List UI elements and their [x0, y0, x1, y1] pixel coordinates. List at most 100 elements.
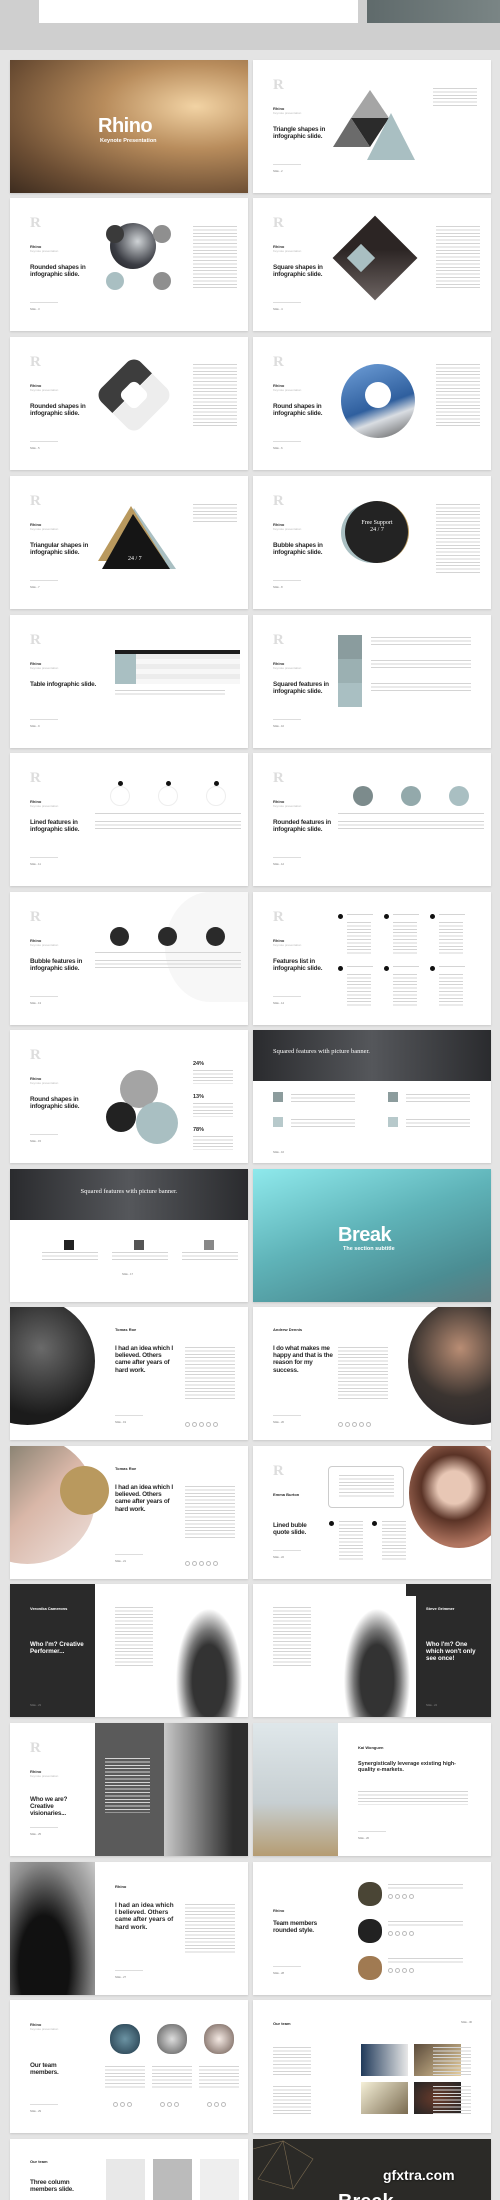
placeholder-text — [371, 637, 471, 647]
placeholder-text — [191, 821, 241, 831]
slide-number: Slide - 29 — [30, 2110, 41, 2113]
social-icon[interactable] — [402, 1894, 407, 1899]
placeholder-text — [105, 1758, 150, 1813]
placeholder-text — [291, 1094, 355, 1102]
social-icon[interactable] — [213, 1561, 218, 1566]
social-icon[interactable] — [345, 1422, 350, 1427]
social-icon[interactable] — [338, 1422, 343, 1427]
slide-thumbnail[interactable]: R Rhino Keynote presentation Square shapes … — [253, 198, 491, 331]
slide-thumbnail[interactable]: R Rhino Keynote presentation Triangle shape… — [253, 60, 491, 193]
slide-thumbnail[interactable]: R Rhino Keynote presentation Round shapes i… — [10, 1030, 248, 1163]
social-icon[interactable] — [221, 2102, 226, 2107]
brand-tagline: Keynote presentation — [30, 388, 59, 392]
placeholder-text — [406, 1094, 470, 1102]
placeholder-text — [191, 960, 241, 970]
feature-square — [273, 1092, 283, 1102]
slide-thumbnail[interactable]: Our team Slide - 30 — [253, 2000, 491, 2133]
social-icon[interactable] — [120, 2102, 125, 2107]
slide-thumbnail[interactable]: R Rhino Keynote presentation Rounded featur… — [253, 753, 491, 886]
social-icon[interactable] — [213, 1422, 218, 1427]
url-line — [273, 1966, 301, 1967]
social-icon[interactable] — [113, 2102, 118, 2107]
social-icon[interactable] — [409, 1968, 414, 1973]
social-icon[interactable] — [185, 1422, 190, 1427]
social-icon[interactable] — [206, 1422, 211, 1427]
placeholder-text — [191, 813, 241, 816]
slide-thumbnail[interactable]: R Rhino Keynote presentation Round shapes i… — [253, 337, 491, 470]
social-icon[interactable] — [395, 1968, 400, 1973]
social-icon[interactable] — [395, 1931, 400, 1936]
slide-thumbnail[interactable]: Steve Grimmer Who I'm? One which won't on… — [253, 1584, 491, 1717]
brand-tagline: Keynote presentation — [30, 1081, 59, 1085]
social-icon[interactable] — [192, 1422, 197, 1427]
slide-thumbnail[interactable]: R Rhino Keynote presentation Bubble shapes … — [253, 476, 491, 609]
slide-thumbnail[interactable]: R Rhino Keynote presentation Rounded shapes… — [10, 337, 248, 470]
slide-thumbnail[interactable]: Rhino I had an idea which I believed. Oth… — [10, 1862, 248, 1995]
slide-number: Slide - 30 — [461, 2021, 472, 2024]
social-icon[interactable] — [174, 2102, 179, 2107]
social-icon[interactable] — [388, 1968, 393, 1973]
social-icon[interactable] — [388, 1931, 393, 1936]
social-icon[interactable] — [388, 1894, 393, 1899]
feature-square — [204, 1240, 214, 1250]
slide-thumbnail[interactable]: Rhino Keynote Presentation — [10, 60, 248, 193]
social-icon[interactable] — [366, 1422, 371, 1427]
placeholder-text — [143, 821, 193, 831]
slide-thumbnail[interactable]: Squared features with picture banner. Sli… — [10, 1169, 248, 1302]
placeholder-text — [191, 952, 241, 955]
placeholder-text — [42, 1252, 98, 1262]
social-icon[interactable] — [185, 1561, 190, 1566]
icon-circle — [153, 225, 171, 243]
slide-title: Our team members. — [30, 2062, 59, 2077]
social-icon[interactable] — [409, 1894, 414, 1899]
social-icon[interactable] — [127, 2102, 132, 2107]
slide-thumbnail[interactable]: R Rhino Keynote presentation Triangular sha… — [10, 476, 248, 609]
social-icon[interactable] — [206, 1561, 211, 1566]
list-number-dot — [430, 966, 435, 971]
slide-thumbnail[interactable]: Tomas Roe I had an idea which I believed.… — [10, 1307, 248, 1440]
social-icon[interactable] — [352, 1422, 357, 1427]
social-icon[interactable] — [199, 1561, 204, 1566]
profile-name: Steve Grimmer — [426, 1606, 455, 1611]
slide-thumbnail[interactable]: Rhino Keynote presentation Our team member… — [10, 2000, 248, 2133]
social-icon[interactable] — [199, 1422, 204, 1427]
placeholder-text — [193, 226, 237, 288]
slide-thumbnail[interactable]: R Rhino Keynote presentation Features list … — [253, 892, 491, 1025]
slide-thumbnail[interactable]: Break The section subtitle — [253, 1169, 491, 1302]
slide-thumbnail[interactable]: R Rhino Keynote presentation Lined features… — [10, 753, 248, 886]
social-icon[interactable] — [409, 1931, 414, 1936]
placeholder-text — [291, 1119, 355, 1127]
slide-number: Slide - 9 — [30, 725, 40, 728]
social-icon[interactable] — [214, 2102, 219, 2107]
url-line — [273, 719, 301, 720]
social-icon[interactable] — [207, 2102, 212, 2107]
slide-thumbnail[interactable]: Rhino Team members rounded style. Slide - … — [253, 1862, 491, 1995]
url-line — [273, 441, 301, 442]
placeholder-text — [193, 1136, 233, 1150]
social-icon[interactable] — [167, 2102, 172, 2107]
slide-thumbnail[interactable]: Kai Wonguen Synergistically leverage exis… — [253, 1723, 491, 1856]
url-line — [30, 1827, 58, 1828]
social-icon[interactable] — [402, 1931, 407, 1936]
slide-thumbnail[interactable]: R Emma Burton Lined buble quote slide. Slid… — [253, 1446, 491, 1579]
slide-thumbnail[interactable]: R Rhino Keynote presentation Squared featur… — [253, 615, 491, 748]
slide-thumbnail[interactable]: Our team Three column members slide. — [10, 2139, 248, 2200]
brand-name: Rhino — [273, 1908, 285, 1913]
social-icon[interactable] — [359, 1422, 364, 1427]
slide-thumbnail[interactable]: R Rhino Keynote presentation Table infograp… — [10, 615, 248, 748]
slide-number: Slide - 23 — [30, 1704, 41, 1707]
social-icon[interactable] — [192, 1561, 197, 1566]
slide-thumbnail[interactable]: R Rhino Keynote presentation Who we are? Cr… — [10, 1723, 248, 1856]
slide-thumbnail[interactable]: R Rhino Keynote presentation Bubble feature… — [10, 892, 248, 1025]
social-icon[interactable] — [395, 1894, 400, 1899]
slide-thumbnail[interactable]: Break gfxtra.com — [253, 2139, 491, 2200]
social-icon[interactable] — [402, 1968, 407, 1973]
social-icon[interactable] — [160, 2102, 165, 2107]
slide-thumbnail[interactable]: Veronika Camerons Who I'm? Creative Perfo… — [10, 1584, 248, 1717]
slide-thumbnail[interactable]: R Rhino Keynote presentation Rounded shapes… — [10, 198, 248, 331]
slide-thumbnail[interactable]: Tomas Roe I had an idea which I believed.… — [10, 1446, 248, 1579]
slide-thumbnail[interactable]: Andrew Dennis I do what makes me happy an… — [253, 1307, 491, 1440]
slide-number: Slide - 3 — [30, 308, 40, 311]
previous-preview-band — [0, 0, 500, 50]
slide-thumbnail[interactable]: Squared features with picture banner. Sli… — [253, 1030, 491, 1163]
